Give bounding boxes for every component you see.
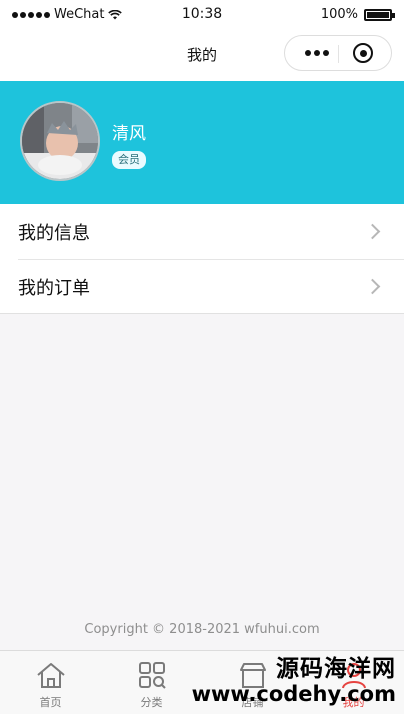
status-bar: WeChat 10:38 100% [0,0,404,30]
menu-item-my-orders[interactable]: 我的订单 [0,259,404,314]
nav-bar: 我的 [0,30,404,81]
profile-header: 清风 会员 [0,81,404,204]
capsule-divider [338,45,339,63]
menu-divider [0,313,404,314]
menu-item-label: 我的订单 [18,278,90,299]
chevron-right-icon [364,278,381,295]
tab-home[interactable]: 首页 [0,651,101,714]
battery-icon [364,8,395,21]
close-target-icon[interactable] [353,43,373,63]
tab-category[interactable]: 分类 [101,651,202,714]
watermark-line2: www.codehy.com [191,682,396,706]
more-icon[interactable] [305,50,329,56]
menu-item-label: 我的信息 [18,223,90,244]
watermark-line1: 源码海洋网 [276,656,396,682]
avatar[interactable] [20,101,100,181]
tab-label: 首页 [39,696,62,709]
category-icon [138,662,166,689]
battery-percent: 100% [320,7,358,22]
mini-program-capsule [284,35,392,71]
watermark: 源码海洋网 www.codehy.com [192,656,396,706]
chevron-right-icon [364,223,381,240]
home-icon [36,663,65,688]
copyright-text: Copyright © 2018-2021 wfuhui.com [84,622,320,637]
avatar-image [22,103,98,179]
tab-label: 分类 [140,696,163,709]
status-right: 100% [320,7,395,22]
username: 清风 [112,124,146,144]
menu-list: 我的信息 我的订单 [0,204,404,314]
member-badge: 会员 [112,151,146,169]
menu-item-my-info[interactable]: 我的信息 [0,204,404,259]
